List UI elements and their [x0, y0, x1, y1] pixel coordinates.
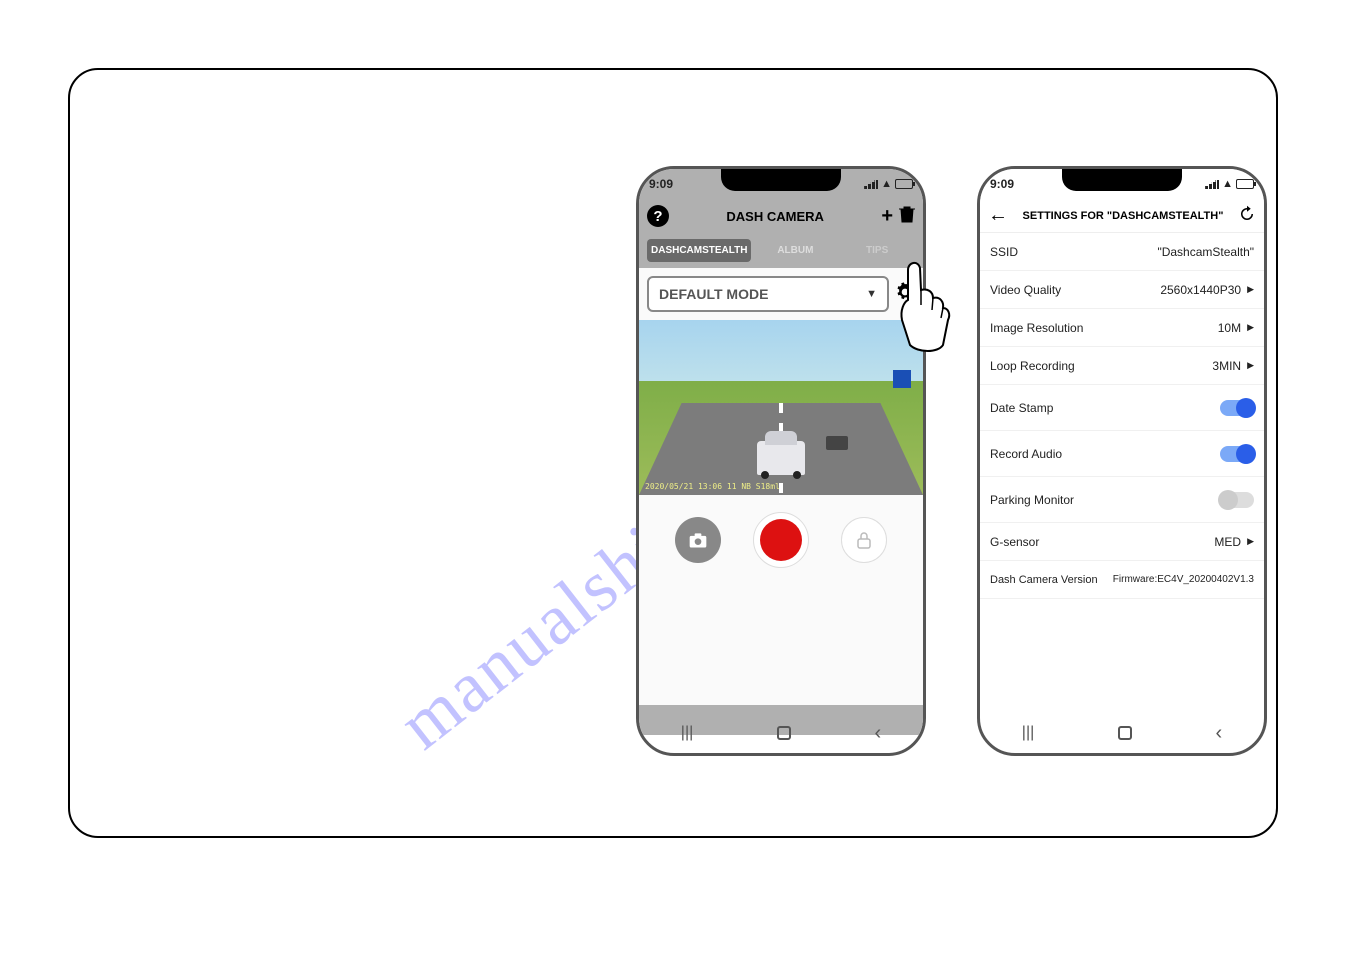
- nav-recent-icon[interactable]: |||: [1022, 724, 1034, 742]
- nav-back-icon[interactable]: ‹: [874, 722, 881, 745]
- setting-value: 2560x1440P30: [1160, 283, 1241, 297]
- setting-g-sensor[interactable]: G-sensor MED ▶: [980, 523, 1264, 561]
- setting-version: Dash Camera Version Firmware:EC4V_202004…: [980, 561, 1264, 599]
- chevron-right-icon: ▶: [1247, 360, 1254, 371]
- nav-back-icon[interactable]: ‹: [1215, 722, 1222, 745]
- setting-value: 3MIN: [1212, 359, 1241, 373]
- nav-home-icon[interactable]: [777, 726, 791, 740]
- trash-icon[interactable]: [899, 205, 915, 228]
- signal-icon: [864, 179, 878, 189]
- back-arrow-icon[interactable]: ←: [988, 204, 1008, 227]
- mode-row: DEFAULT MODE ▼: [639, 268, 923, 320]
- camera-preview: 2020/05/21 13:06 11 NB S18ml: [639, 320, 923, 495]
- status-icons: ▲: [1205, 178, 1254, 190]
- setting-loop-recording[interactable]: Loop Recording 3MIN ▶: [980, 347, 1264, 385]
- setting-value: "DashcamStealth": [1157, 245, 1254, 259]
- tab-album[interactable]: ALBUM: [757, 239, 833, 262]
- nav-recent-icon[interactable]: |||: [681, 724, 693, 742]
- android-nav-bar: ||| ‹: [980, 719, 1264, 747]
- setting-value: Firmware:EC4V_20200402V1.3: [1113, 574, 1254, 585]
- setting-ssid: SSID "DashcamStealth": [980, 233, 1264, 271]
- refresh-icon[interactable]: [1238, 205, 1256, 226]
- wifi-icon: ▲: [1222, 178, 1233, 190]
- nav-home-icon[interactable]: [1118, 726, 1132, 740]
- toggle-date-stamp[interactable]: [1220, 400, 1254, 416]
- setting-value: MED: [1214, 535, 1241, 549]
- app-header: ? DASH CAMERA +: [639, 199, 923, 233]
- chevron-right-icon: ▶: [1247, 284, 1254, 295]
- add-icon[interactable]: +: [881, 205, 893, 228]
- car-graphic-2: [826, 436, 848, 450]
- setting-label: Loop Recording: [990, 359, 1075, 373]
- setting-image-resolution[interactable]: Image Resolution 10M ▶: [980, 309, 1264, 347]
- setting-label: Dash Camera Version: [990, 574, 1098, 586]
- blank-area: [639, 585, 923, 705]
- setting-label: Parking Monitor: [990, 493, 1074, 507]
- road-sign-graphic: [893, 370, 911, 388]
- wifi-icon: ▲: [881, 178, 892, 190]
- lock-button[interactable]: [841, 517, 887, 563]
- tab-tips[interactable]: TIPS: [839, 239, 915, 262]
- setting-date-stamp: Date Stamp: [980, 385, 1264, 431]
- car-graphic: [757, 441, 805, 475]
- settings-list: SSID "DashcamStealth" Video Quality 2560…: [980, 233, 1264, 599]
- phone-mockup-settings: 9:09 ▲ ← SETTINGS FOR "DASHCAMSTEALTH" S…: [977, 166, 1267, 756]
- battery-icon: [1236, 179, 1254, 189]
- tab-dashcam[interactable]: DASHCAMSTEALTH: [647, 239, 751, 262]
- setting-label: Date Stamp: [990, 401, 1053, 415]
- phone-notch: [721, 169, 841, 191]
- status-icons: ▲: [864, 178, 913, 190]
- phone-notch: [1062, 169, 1182, 191]
- battery-icon: [895, 179, 913, 189]
- record-button[interactable]: [753, 512, 809, 568]
- setting-label: Record Audio: [990, 447, 1062, 461]
- status-time: 9:09: [990, 177, 1014, 191]
- record-dot-icon: [760, 519, 802, 561]
- setting-record-audio: Record Audio: [980, 431, 1264, 477]
- android-nav-bar: ||| ‹: [639, 719, 923, 747]
- toggle-record-audio[interactable]: [1220, 446, 1254, 462]
- preview-overlay-text: 2020/05/21 13:06 11 NB S18ml: [645, 482, 780, 491]
- status-time: 9:09: [649, 177, 673, 191]
- setting-label: G-sensor: [990, 535, 1039, 549]
- setting-label: Image Resolution: [990, 321, 1083, 335]
- chevron-right-icon: ▶: [1247, 536, 1254, 547]
- setting-label: Video Quality: [990, 283, 1061, 297]
- help-icon[interactable]: ?: [647, 205, 669, 227]
- setting-video-quality[interactable]: Video Quality 2560x1440P30 ▶: [980, 271, 1264, 309]
- tabs-row: DASHCAMSTEALTH ALBUM TIPS: [639, 233, 923, 268]
- phone-mockup-camera: 9:09 ▲ ? DASH CAMERA + DASHCAMSTEALTH AL…: [636, 166, 926, 756]
- snapshot-button[interactable]: [675, 517, 721, 563]
- toggle-parking-monitor[interactable]: [1220, 492, 1254, 508]
- app-title: DASH CAMERA: [669, 209, 881, 224]
- gear-icon[interactable]: [895, 282, 915, 307]
- chevron-right-icon: ▶: [1247, 322, 1254, 333]
- settings-title: SETTINGS FOR "DASHCAMSTEALTH": [1008, 210, 1238, 222]
- settings-header: ← SETTINGS FOR "DASHCAMSTEALTH": [980, 199, 1264, 233]
- setting-value: 10M: [1218, 321, 1241, 335]
- setting-parking-monitor: Parking Monitor: [980, 477, 1264, 523]
- mode-dropdown[interactable]: DEFAULT MODE ▼: [647, 276, 889, 312]
- mode-label: DEFAULT MODE: [659, 286, 768, 302]
- setting-label: SSID: [990, 245, 1018, 259]
- controls-row: [639, 495, 923, 585]
- signal-icon: [1205, 179, 1219, 189]
- chevron-down-icon: ▼: [866, 288, 877, 300]
